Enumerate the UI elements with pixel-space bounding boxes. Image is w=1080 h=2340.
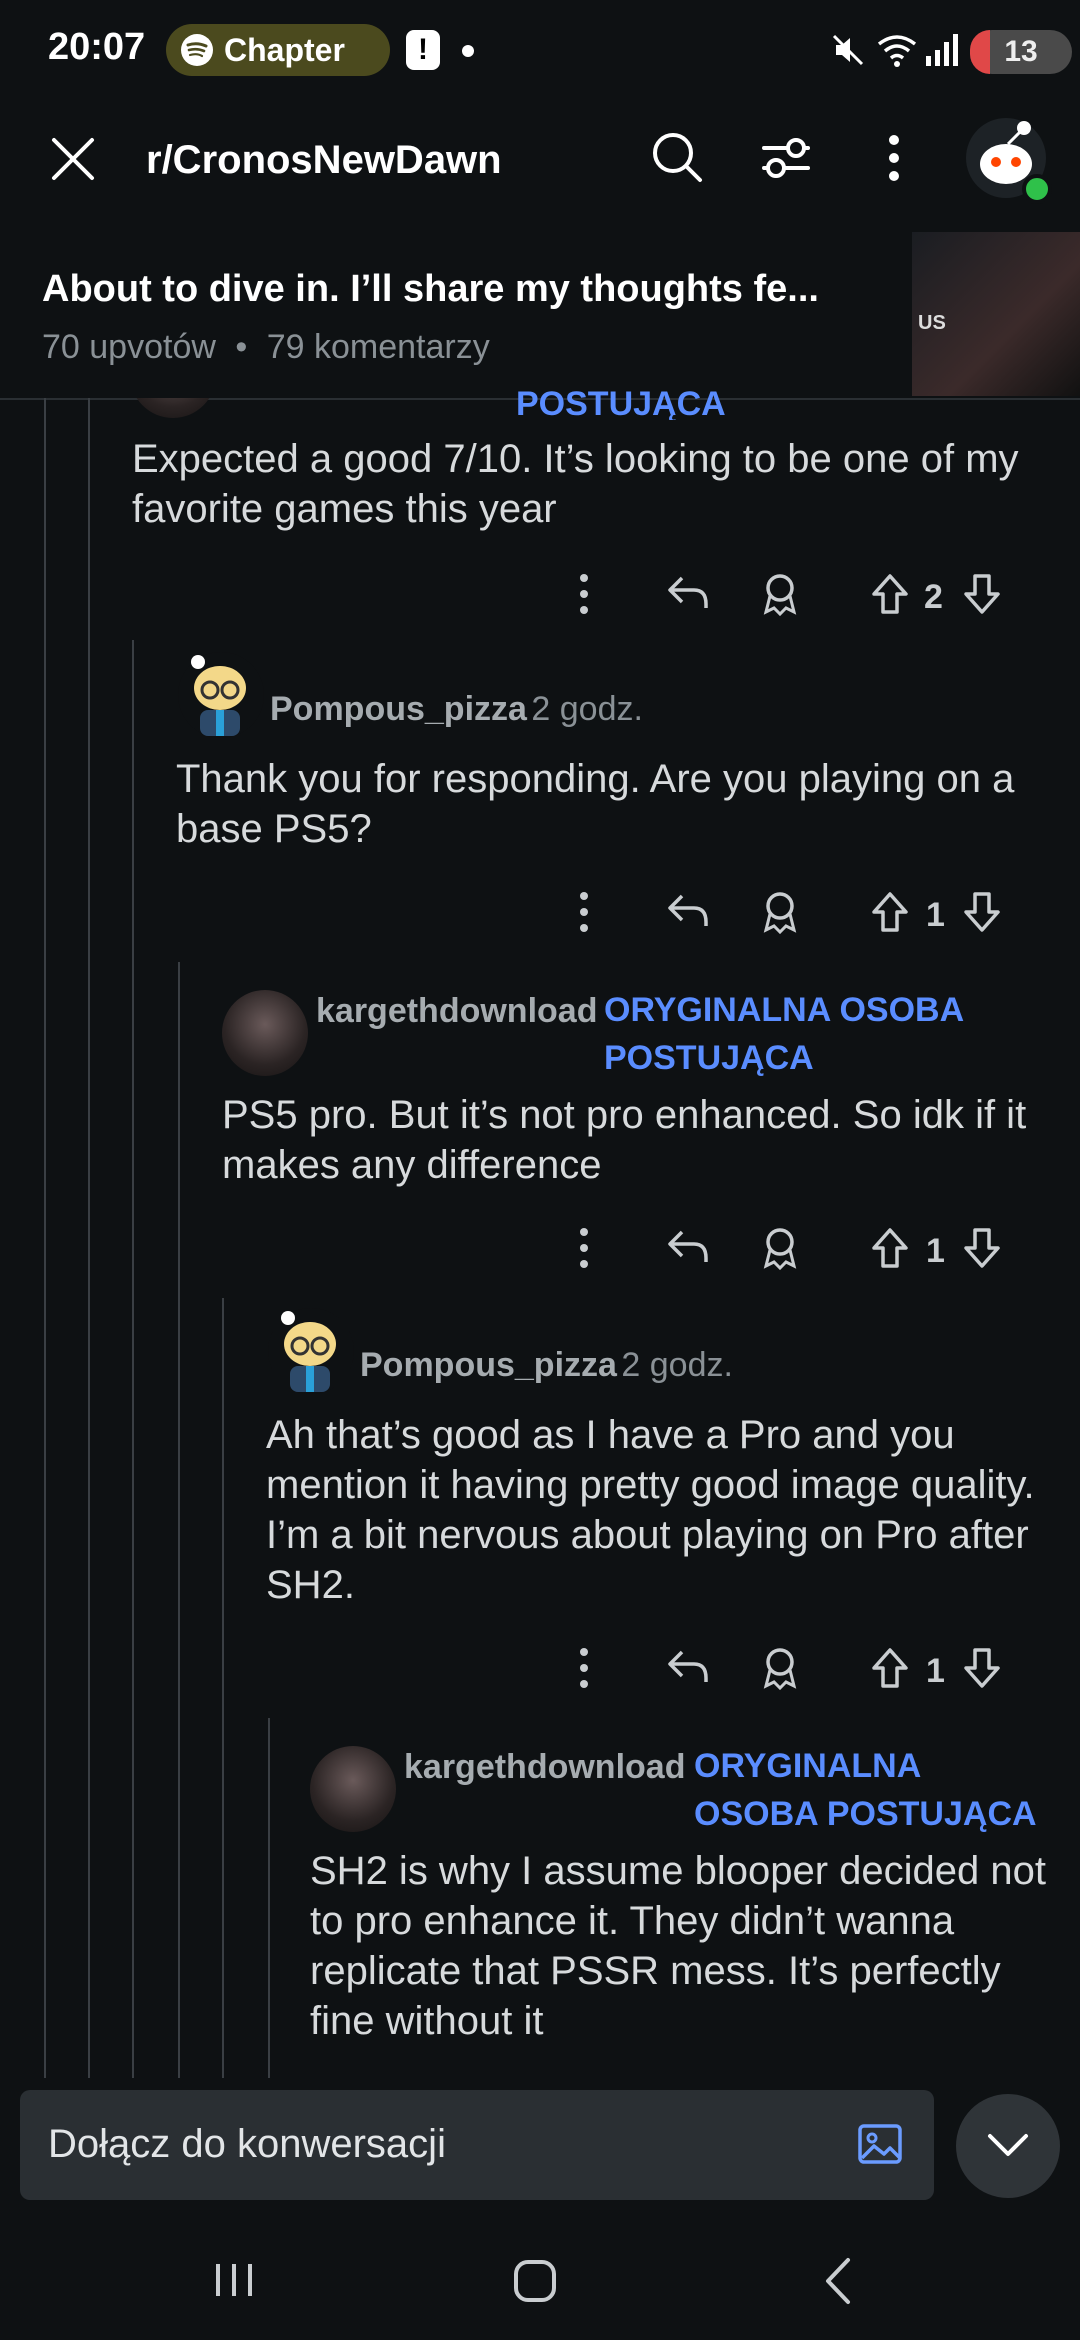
- spotify-icon: [181, 34, 213, 66]
- award-icon[interactable]: [760, 1226, 800, 1270]
- system-nav-bar: [0, 2216, 1080, 2340]
- comment-text: Ah that’s good as I have a Pro and you m…: [266, 1413, 1035, 1607]
- comment-text: Thank you for responding. Are you playin…: [176, 757, 1015, 851]
- battery-level: 13: [1004, 35, 1038, 68]
- comment-more-icon[interactable]: [576, 890, 592, 934]
- home-icon[interactable]: [512, 2258, 558, 2304]
- comment-more-icon[interactable]: [576, 1226, 592, 1270]
- image-upload-icon[interactable]: [856, 2120, 904, 2168]
- upvote-icon[interactable]: [870, 890, 910, 934]
- snoo-avatar-icon: [281, 1311, 336, 1392]
- upvote-icon[interactable]: [870, 1226, 910, 1270]
- post-title[interactable]: About to dive in. I’ll share my thoughts…: [42, 268, 819, 311]
- subreddit-title[interactable]: r/CronosNewDawn: [146, 138, 502, 183]
- comment-text: Expected a good 7/10. It’s looking to be…: [132, 437, 1019, 531]
- wifi-icon: [877, 35, 917, 67]
- media-pill[interactable]: Chapter: [166, 24, 390, 76]
- comment-username[interactable]: kargethdownload: [404, 1748, 685, 1787]
- online-status-dot: [1022, 174, 1052, 204]
- op-badge-line: ORYGINALNA OSOBA: [604, 991, 965, 1029]
- award-icon[interactable]: [760, 1646, 800, 1690]
- vote-count: 2: [924, 578, 943, 616]
- comment-more-icon[interactable]: [576, 572, 592, 616]
- comment-text: PS5 pro. But it’s not pro enhanced. So i…: [222, 1093, 1027, 1187]
- back-icon[interactable]: [820, 2256, 854, 2306]
- comment-count: 79 komentarzy: [266, 328, 490, 366]
- comment-avatar[interactable]: [178, 652, 264, 738]
- thread-line[interactable]: [132, 640, 134, 2078]
- media-label: Chapter: [224, 31, 345, 68]
- thread-line[interactable]: [44, 398, 46, 2078]
- vote-count: 1: [926, 1232, 945, 1270]
- status-time: 20:07: [48, 26, 146, 68]
- alert-icon: !: [406, 30, 440, 70]
- recent-apps-icon[interactable]: [212, 2260, 256, 2300]
- vote-count: 1: [926, 896, 945, 934]
- comment-actions: 2: [566, 572, 1016, 632]
- thread-line[interactable]: [222, 1298, 224, 2078]
- op-badge: ORYGINALNA OSOBA POSTUJĄCA: [604, 986, 964, 1082]
- comment-username[interactable]: Pompous_pizza: [270, 690, 527, 728]
- comment-text: SH2 is why I assume blooper decided not …: [310, 1849, 1046, 2043]
- comment-actions: 1: [566, 1226, 1016, 1286]
- op-badge-line: OSOBA POSTUJĄCA: [694, 1795, 1037, 1833]
- post-meta: 70 upvotów • 79 komentarzy: [42, 328, 490, 367]
- comment-time: 2 godz.: [531, 690, 643, 728]
- downvote-icon[interactable]: [962, 572, 1002, 616]
- downvote-icon[interactable]: [962, 1646, 1002, 1690]
- award-icon[interactable]: [760, 572, 800, 616]
- more-icon[interactable]: [886, 134, 902, 182]
- composer-input[interactable]: Dołącz do konwersacji: [48, 2122, 446, 2167]
- comment-avatar[interactable]: [130, 398, 210, 418]
- vote-count: 1: [926, 1652, 945, 1690]
- comment-actions: 1: [566, 890, 1016, 950]
- op-badge: POSTUJĄCA: [516, 385, 726, 420]
- upvote-icon[interactable]: [870, 1646, 910, 1690]
- op-badge-line: ORYGINALNA: [694, 1747, 922, 1785]
- comment-avatar[interactable]: [268, 1308, 354, 1394]
- comment-actions: 1: [566, 1646, 1016, 1706]
- upvote-icon[interactable]: [870, 572, 910, 616]
- upvote-count: 70 upvotów: [42, 328, 216, 366]
- comment-time: 2 godz.: [621, 1346, 733, 1384]
- notification-dot-icon: [462, 45, 474, 57]
- downvote-icon[interactable]: [962, 890, 1002, 934]
- collapse-button[interactable]: [956, 2094, 1060, 2198]
- filter-icon[interactable]: [760, 134, 812, 182]
- comment-meta: Pompous_pizza 2 godz.: [360, 1346, 733, 1385]
- reply-icon[interactable]: [666, 572, 710, 612]
- close-icon[interactable]: [50, 136, 96, 182]
- thread-line[interactable]: [268, 1718, 270, 2078]
- signal-icon: [926, 34, 958, 66]
- op-badge-line: POSTUJĄCA: [604, 1039, 814, 1077]
- mute-icon: [832, 34, 864, 66]
- snoo-avatar-icon: [191, 655, 246, 736]
- comment-avatar[interactable]: [222, 990, 308, 1076]
- comment-more-icon[interactable]: [576, 1646, 592, 1690]
- reply-icon[interactable]: [666, 1226, 710, 1266]
- award-icon[interactable]: [760, 890, 800, 934]
- post-thumbnail[interactable]: [912, 232, 1080, 396]
- comment-avatar[interactable]: [310, 1746, 396, 1832]
- chevron-down-icon: [988, 2134, 1028, 2156]
- meta-separator: •: [235, 328, 248, 366]
- comment-username[interactable]: Pompous_pizza: [360, 1346, 617, 1384]
- downvote-icon[interactable]: [962, 1226, 1002, 1270]
- op-badge: ORYGINALNA OSOBA POSTUJĄCA: [694, 1742, 1037, 1838]
- reply-icon[interactable]: [666, 1646, 710, 1686]
- status-bar: 20:07 Chapter ! 13: [0, 0, 1080, 104]
- comment-username[interactable]: kargethdownload: [316, 992, 597, 1031]
- search-icon[interactable]: [650, 130, 704, 184]
- thread-line[interactable]: [88, 398, 90, 2078]
- comment-meta: Pompous_pizza 2 godz.: [270, 690, 643, 729]
- battery-indicator: 13: [970, 30, 1072, 74]
- thread-line[interactable]: [178, 962, 180, 2078]
- reply-icon[interactable]: [666, 890, 710, 930]
